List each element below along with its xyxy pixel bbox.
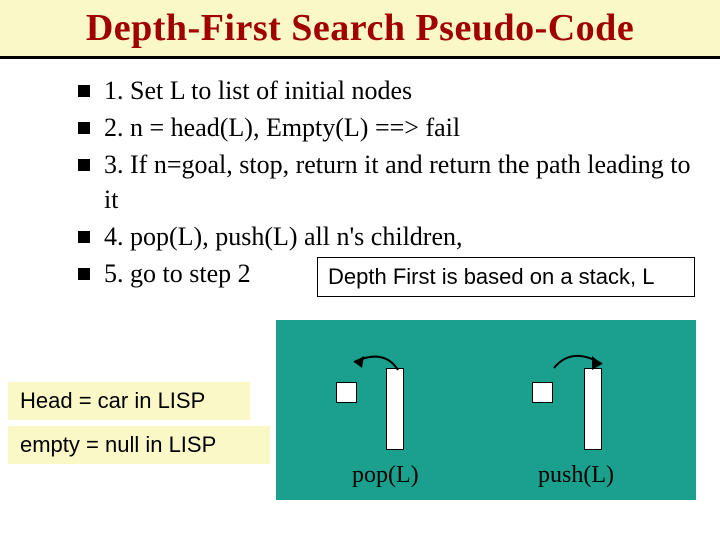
push-arrow-icon bbox=[546, 344, 626, 384]
list-item: 4. pop(L), push(L) all n's children, bbox=[78, 219, 694, 254]
pop-arrow-icon bbox=[336, 344, 416, 384]
title-band: Depth-First Search Pseudo-Code bbox=[0, 0, 720, 56]
push-label: push(L) bbox=[538, 462, 614, 489]
bullet-icon bbox=[78, 159, 90, 171]
list-item-text: 3. If n=goal, stop, return it and return… bbox=[104, 147, 694, 217]
stack-note-box: Depth First is based on a stack, L bbox=[317, 257, 695, 297]
list-item: 2. n = head(L), Empty(L) ==> fail bbox=[78, 110, 694, 145]
list-item: 3. If n=goal, stop, return it and return… bbox=[78, 147, 694, 217]
bullet-icon bbox=[78, 268, 90, 280]
list-item-text: 2. n = head(L), Empty(L) ==> fail bbox=[104, 110, 694, 145]
bullet-icon bbox=[78, 231, 90, 243]
bullet-icon bbox=[78, 85, 90, 97]
stack-element bbox=[336, 382, 357, 403]
pop-label: pop(L) bbox=[352, 462, 419, 489]
bullet-icon bbox=[78, 122, 90, 134]
list-item-text: 4. pop(L), push(L) all n's children, bbox=[104, 219, 694, 254]
list-item-text: 1. Set L to list of initial nodes bbox=[104, 73, 694, 108]
slide-title: Depth-First Search Pseudo-Code bbox=[0, 6, 720, 50]
stack-element bbox=[532, 382, 553, 403]
empty-note: empty = null in LISP bbox=[8, 426, 270, 464]
head-note: Head = car in LISP bbox=[8, 382, 250, 420]
stack-diagram: pop(L) push(L) bbox=[276, 320, 696, 500]
list-item: 1. Set L to list of initial nodes bbox=[78, 73, 694, 108]
